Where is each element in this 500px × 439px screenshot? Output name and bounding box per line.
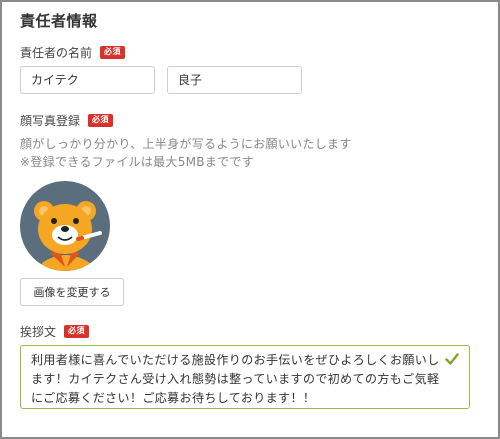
photo-label: 顔写真登録	[20, 114, 81, 128]
greeting-field-label-row: 挨拶文 必須	[20, 323, 90, 340]
name-field-label-row: 責任者の名前 必須	[20, 44, 126, 61]
greeting-textarea[interactable]: 利用者様に喜んでいただける施設作りのお手伝いをぜひよろしくお願いします！カイテク…	[20, 345, 470, 409]
last-name-input[interactable]: カイテク	[20, 66, 155, 94]
required-badge: 必須	[88, 114, 114, 127]
greeting-text[interactable]: 利用者様に喜んでいただける施設作りのお手伝いをぜひよろしくお願いします！カイテク…	[31, 351, 443, 408]
required-badge: 必須	[100, 46, 126, 59]
avatar	[20, 181, 110, 271]
responsible-person-panel: 責任者情報 責任者の名前 必須 カイテク 良子 顔写真登録 必須 顔がしっかり分…	[0, 0, 500, 439]
photo-field-label-row: 顔写真登録 必須	[20, 112, 114, 129]
first-name-input[interactable]: 良子	[167, 66, 302, 94]
name-label: 責任者の名前	[20, 46, 93, 60]
section-title: 責任者情報	[20, 12, 98, 30]
change-image-button[interactable]: 画像を変更する	[20, 278, 124, 306]
greeting-label: 挨拶文	[20, 325, 57, 339]
photo-hint-line1: 顔がしっかり分かり、上半身が写るようにお願いいたします	[20, 137, 352, 151]
checkmark-icon	[445, 353, 459, 365]
bear-mascot-icon	[34, 201, 102, 271]
photo-hint-line2: ※登録できるファイルは最大5MBまでです	[20, 155, 255, 169]
required-badge: 必須	[64, 325, 90, 338]
